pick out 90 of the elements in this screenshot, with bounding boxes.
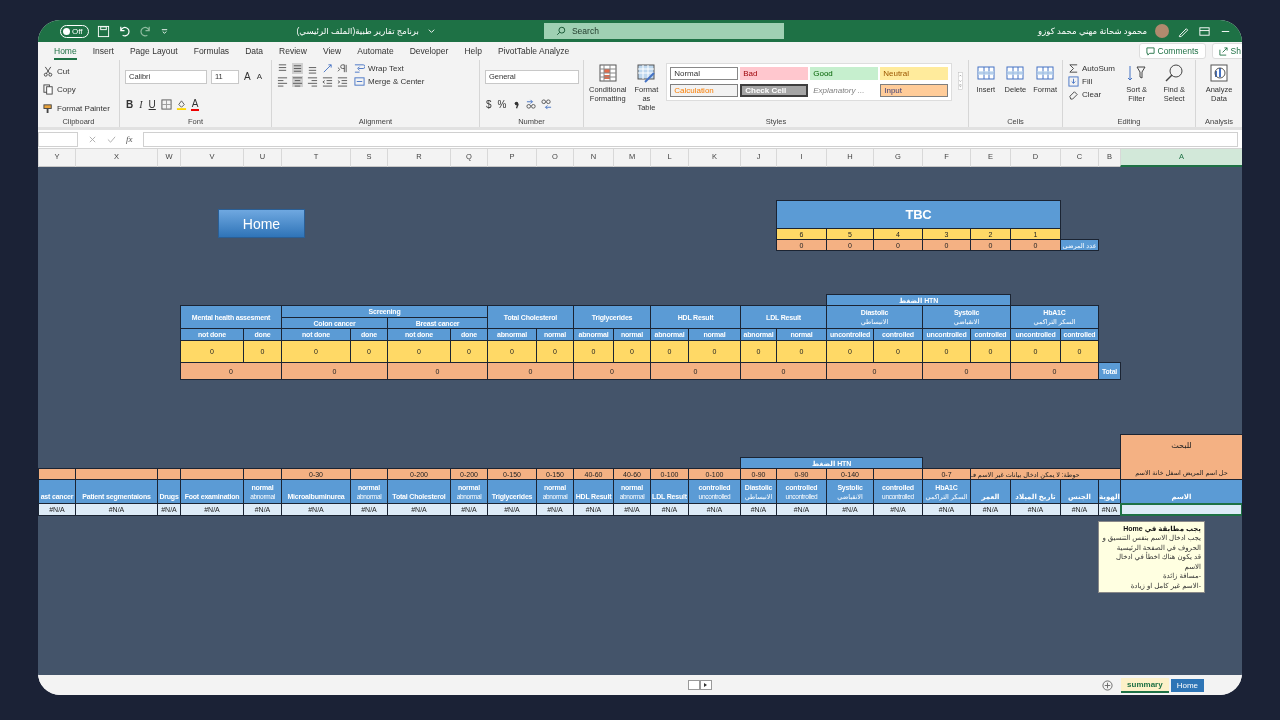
caret-icon[interactable] [426, 26, 436, 36]
table-grid-icon [597, 63, 618, 83]
ribbon-tab[interactable]: Help [464, 42, 482, 60]
borders-icon[interactable] [160, 99, 172, 110]
sigma-icon [1068, 63, 1079, 74]
cell-style[interactable]: Normal [670, 67, 739, 80]
document-title[interactable]: برنامج تقارير طبية(الملف الرئيسي) [296, 26, 419, 36]
formula-input[interactable] [142, 131, 1238, 147]
ribbon-tab[interactable]: Page Layout [129, 42, 178, 60]
share-button[interactable]: Sh [1211, 43, 1242, 59]
customize-caret-icon[interactable] [159, 26, 169, 36]
fill-color-icon[interactable] [175, 99, 187, 110]
table-title: TBC [776, 200, 1061, 229]
clear-button[interactable]: Clear [1068, 89, 1115, 100]
comment-icon [1145, 46, 1155, 56]
home-button[interactable]: Home [218, 209, 305, 238]
cell-style[interactable]: Explanatory ... [810, 84, 879, 97]
align-center-icon[interactable] [292, 76, 303, 87]
ribbon-tab[interactable]: Data [245, 42, 264, 60]
cells-grid-icon [1005, 63, 1026, 83]
font-color-button[interactable]: A [190, 98, 200, 111]
cell-style[interactable]: Neutral [880, 67, 949, 80]
align-top-icon[interactable] [277, 63, 288, 74]
cell-style[interactable]: Bad [740, 67, 809, 80]
ribbon-tab[interactable]: Review [279, 42, 307, 60]
merge-icon [354, 76, 365, 87]
paintbrush-icon [43, 103, 54, 115]
check-icon[interactable] [107, 134, 116, 144]
align-right-icon[interactable] [307, 76, 318, 87]
save-icon[interactable] [96, 24, 110, 38]
comments-button[interactable]: Comments [1138, 43, 1206, 59]
scissors-icon [43, 65, 54, 77]
sheet-tab[interactable]: summary [1121, 677, 1169, 693]
table-brush-icon [636, 63, 657, 83]
decrease-indent-icon[interactable] [322, 76, 333, 87]
shrink-font-button[interactable]: A [255, 72, 263, 81]
table-cell [243, 468, 282, 480]
search-icon [1164, 63, 1185, 83]
cell-style[interactable]: Input [880, 84, 949, 97]
fill-down-icon [1068, 76, 1079, 87]
ribbon-tab[interactable]: Automate [357, 42, 394, 60]
table-cell [873, 468, 923, 480]
search-icon [555, 26, 566, 36]
cells-grid-icon [975, 63, 996, 83]
percent-button[interactable]: % [496, 99, 508, 111]
merge-center-button[interactable]: Merge & Center [354, 76, 425, 87]
ribbon-tab[interactable]: Formulas [193, 42, 230, 60]
bold-button[interactable]: B [125, 99, 135, 110]
currency-button[interactable]: $ [485, 99, 493, 111]
table-cell [180, 468, 244, 480]
user-name: محمود شحاتة مهني محمد كوزو [1038, 26, 1147, 36]
orientation-icon[interactable] [322, 63, 333, 74]
table-cell [157, 468, 181, 480]
name-input-cell[interactable] [1120, 503, 1242, 516]
eraser-icon [1068, 89, 1079, 100]
underline-button[interactable]: U [147, 99, 157, 110]
grow-font-button[interactable]: A [243, 71, 252, 82]
wrap-text-button[interactable]: Wrap Text [354, 63, 425, 74]
redo-icon[interactable] [138, 24, 152, 38]
format-painter-button[interactable]: Format Painter [43, 103, 114, 115]
search-field[interactable]: Search [543, 23, 784, 39]
undo-icon[interactable] [117, 24, 131, 38]
cut-button[interactable]: Cut [43, 65, 114, 77]
autosum-button[interactable]: AutoSum [1068, 63, 1115, 74]
chart-magnifier-icon [1209, 63, 1229, 83]
italic-button[interactable]: I [138, 99, 144, 110]
share-icon [1218, 46, 1228, 56]
sort-funnel-icon [1126, 63, 1147, 83]
add-sheet-icon[interactable] [1102, 679, 1114, 691]
align-left-icon[interactable] [277, 76, 288, 87]
align-middle-icon[interactable] [292, 63, 303, 74]
text-direction-icon[interactable] [337, 63, 348, 74]
cell-style[interactable]: Good [810, 67, 879, 80]
wrap-icon [354, 63, 365, 74]
ribbon-tab[interactable]: Developer [409, 42, 449, 60]
decrease-decimal-icon[interactable] [541, 99, 553, 111]
increase-indent-icon[interactable] [337, 76, 348, 87]
copy-button[interactable]: Copy [43, 84, 114, 96]
ribbon-tab[interactable]: View [322, 42, 342, 60]
ribbon-tab[interactable]: PivotTable Analyze [497, 42, 570, 60]
ribbon-tab[interactable]: Insert [92, 42, 114, 60]
insert-function-button[interactable]: fx [126, 134, 133, 144]
ribbon-display-icon[interactable] [1198, 24, 1211, 38]
fill-button[interactable]: Fill [1068, 76, 1115, 87]
scroll-arrow-icon[interactable] [688, 680, 713, 690]
sheet-tab[interactable]: Home [1170, 678, 1204, 692]
table-cell [350, 468, 388, 480]
cells-grid-icon [1035, 63, 1056, 83]
copy-icon [43, 84, 54, 96]
table-cell [38, 468, 76, 480]
